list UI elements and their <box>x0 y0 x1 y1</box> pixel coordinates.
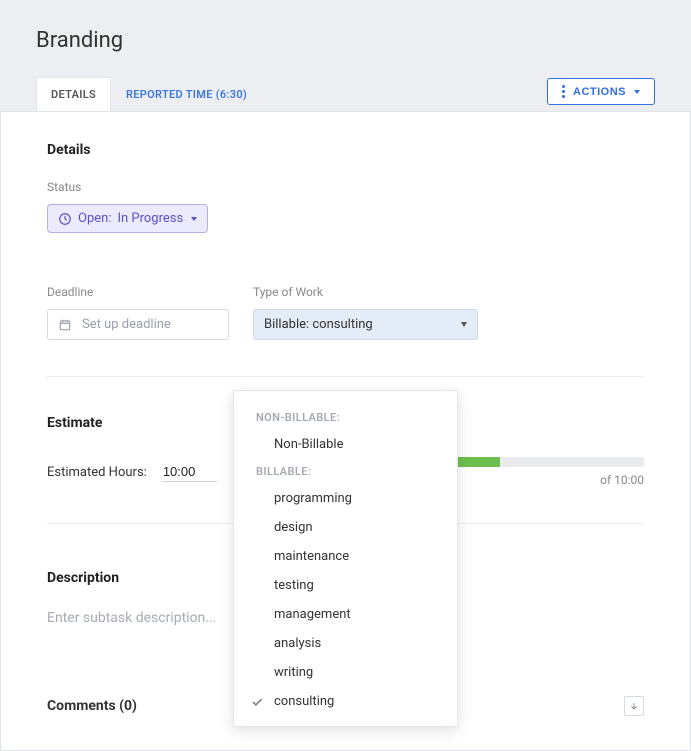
type-of-work-dropdown: NON-BILLABLE: Non-Billable BILLABLE: progra… <box>233 390 458 727</box>
estimated-hours-input[interactable] <box>161 462 217 482</box>
deadline-input[interactable]: Set up deadline <box>47 309 229 340</box>
dropdown-item[interactable]: programming <box>234 484 457 513</box>
status-state: In Progress <box>117 211 183 226</box>
check-icon <box>250 695 264 709</box>
dropdown-item-label: Non-Billable <box>274 437 343 452</box>
dropdown-item[interactable]: consulting <box>234 687 457 716</box>
dropdown-item-label: management <box>274 607 351 622</box>
dropdown-item-label: design <box>274 520 313 535</box>
progress-of-text: of 10:00 <box>600 473 644 487</box>
calendar-icon <box>58 318 72 332</box>
page-title: Branding <box>36 28 655 53</box>
comments-heading: Comments (0) <box>47 698 137 714</box>
dropdown-item-label: writing <box>274 665 313 680</box>
dropdown-item[interactable]: writing <box>234 658 457 687</box>
dropdown-item-label: programming <box>274 491 352 506</box>
scroll-down-button[interactable] <box>624 696 644 716</box>
details-heading: Details <box>47 142 644 158</box>
dropdown-group-label: BILLABLE: <box>234 459 457 484</box>
dropdown-item[interactable]: testing <box>234 571 457 600</box>
deadline-label: Deadline <box>47 285 229 299</box>
type-of-work-value: Billable: consulting <box>264 317 373 332</box>
type-of-work-label: Type of Work <box>253 285 478 299</box>
tab-details[interactable]: DETAILS <box>36 77 111 111</box>
dropdown-item[interactable]: design <box>234 513 457 542</box>
dropdown-group-label: NON-BILLABLE: <box>234 405 457 430</box>
deadline-placeholder: Set up deadline <box>82 317 171 332</box>
chevron-down-icon <box>461 322 467 327</box>
actions-button[interactable]: ACTIONS <box>547 78 655 105</box>
dropdown-item[interactable]: management <box>234 600 457 629</box>
estimated-hours-label: Estimated Hours: <box>47 465 147 480</box>
dropdown-item-label: consulting <box>274 694 334 709</box>
details-panel: Details Status Open: In Progress Deadlin… <box>0 111 691 751</box>
arrow-down-icon <box>629 701 639 711</box>
dropdown-item-label: analysis <box>274 636 321 651</box>
status-select[interactable]: Open: In Progress <box>47 204 208 233</box>
dropdown-item[interactable]: Non-Billable <box>234 430 457 459</box>
divider <box>47 376 644 377</box>
tabs-row: DETAILS REPORTED TIME (6:30) ACTIONS <box>0 77 691 111</box>
clock-icon <box>58 212 72 226</box>
dropdown-item[interactable]: analysis <box>234 629 457 658</box>
dropdown-item[interactable]: maintenance <box>234 542 457 571</box>
chevron-down-icon <box>191 217 197 221</box>
type-of-work-select[interactable]: Billable: consulting <box>253 309 478 340</box>
chevron-down-icon <box>634 90 640 94</box>
status-prefix: Open: <box>78 211 111 226</box>
tab-reported-time[interactable]: REPORTED TIME (6:30) <box>111 77 262 111</box>
actions-label: ACTIONS <box>573 86 626 98</box>
dropdown-item-label: testing <box>274 578 314 593</box>
status-label: Status <box>47 180 644 194</box>
kebab-icon <box>562 85 565 98</box>
dropdown-item-label: maintenance <box>274 549 349 564</box>
